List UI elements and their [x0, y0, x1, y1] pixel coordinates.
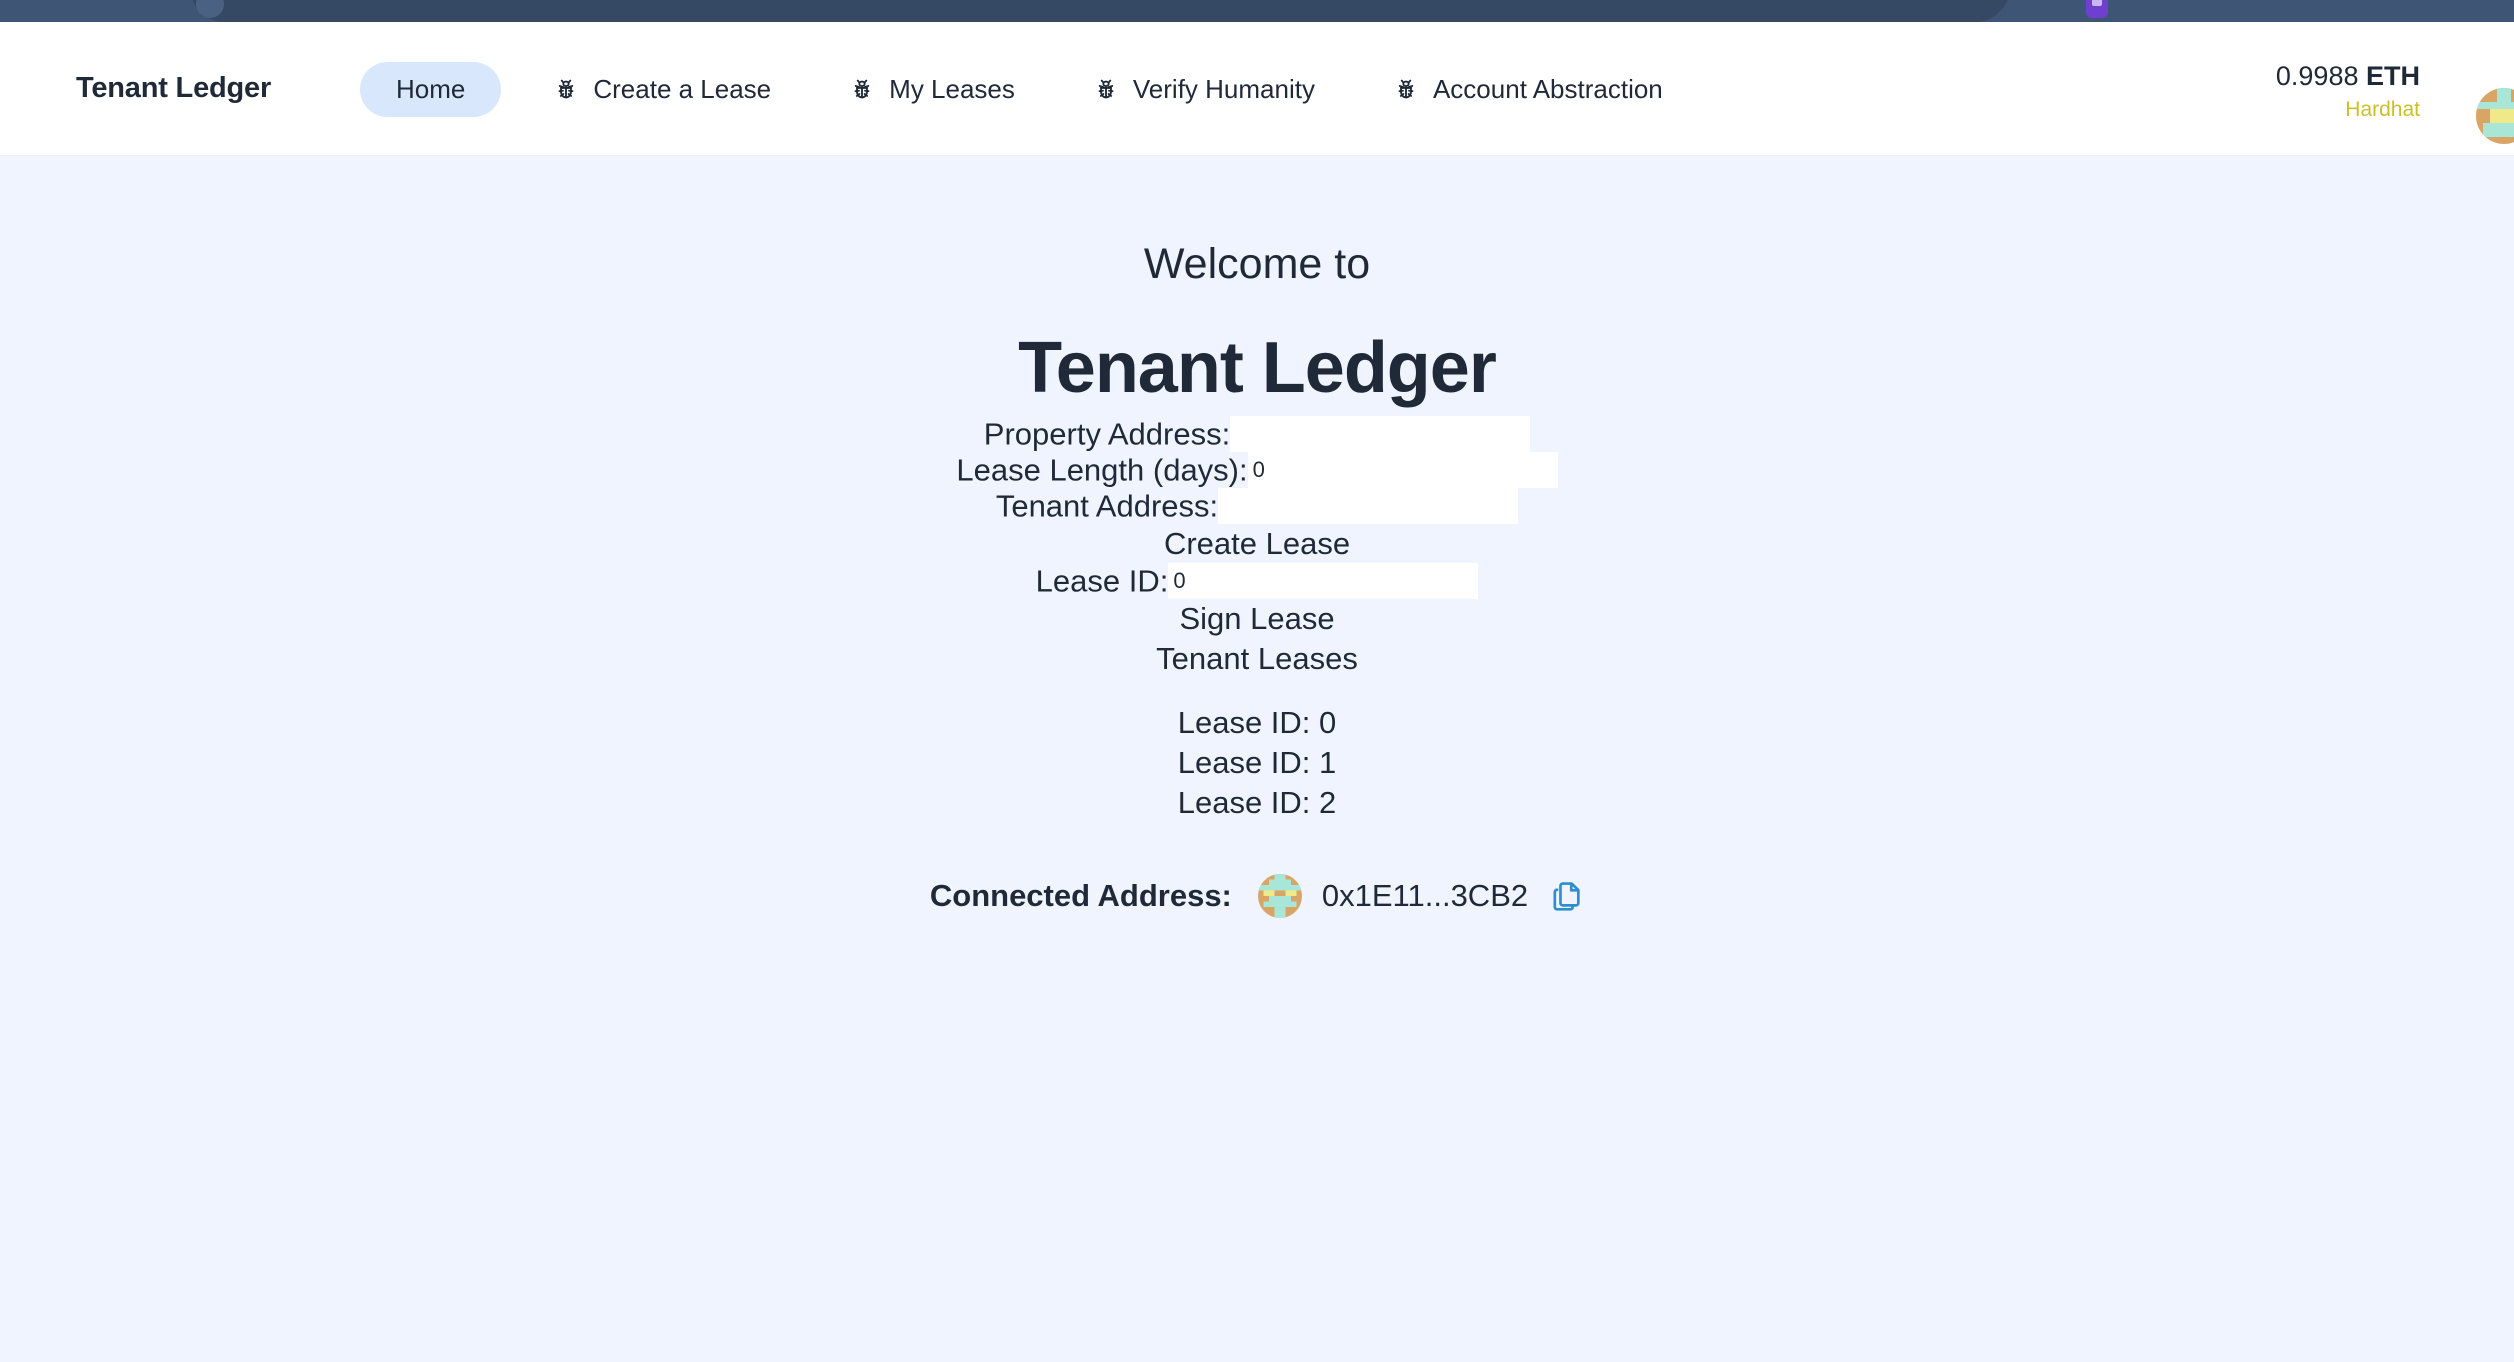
form-row-lease-id: Lease ID: — [0, 563, 2514, 600]
bug-icon — [1093, 75, 1119, 103]
lease-length-label: Lease Length (days): — [956, 452, 1248, 488]
page-title: Tenant Ledger — [1018, 327, 1497, 408]
bug-icon — [849, 75, 875, 103]
tenant-address-label: Tenant Address: — [995, 488, 1219, 524]
connected-address-row: Connected Address: 0x1E11...3CB2 — [0, 873, 2514, 918]
main-content: Welcome to Tenant Ledger Property Addres… — [0, 157, 2514, 1362]
nav-item-label: Verify Humanity — [1132, 73, 1315, 104]
brand-logo-text[interactable]: Tenant Ledger — [76, 72, 271, 105]
tenant-address-input[interactable] — [1218, 487, 1519, 524]
tenant-leases-list: Lease ID: 0 Lease ID: 1 Lease ID: 2 — [0, 703, 2514, 824]
nav-item-verify-humanity[interactable]: Verify Humanity — [1067, 62, 1341, 117]
tenant-leases-heading: Tenant Leases — [1156, 641, 1358, 677]
app-header: Tenant Ledger Home Create a Lease My Lea… — [0, 22, 2514, 156]
nav-item-label: Create a Lease — [593, 73, 772, 104]
lease-length-input[interactable] — [1247, 451, 1558, 488]
list-item[interactable]: Lease ID: 0 — [0, 703, 2514, 743]
eth-balance: 0.9988 ETH — [2276, 60, 2420, 94]
nav-item-label: Home — [396, 73, 466, 104]
nav-item-home[interactable]: Home — [360, 61, 502, 117]
lease-id-input[interactable] — [1168, 563, 1479, 600]
nav-item-label: Account Abstraction — [1432, 73, 1663, 104]
main-nav: Home Create a Lease My Leases Verify Hum… — [360, 22, 1715, 156]
header-avatar[interactable] — [2476, 88, 2514, 144]
bug-icon — [553, 75, 579, 103]
lease-id-label: Lease ID: — [1035, 563, 1169, 599]
eth-balance-amount: 0.9988 — [2275, 61, 2359, 91]
eth-balance-unit: ETH — [2366, 61, 2420, 91]
nav-item-account-abstraction[interactable]: Account Abstraction — [1367, 62, 1689, 117]
browser-chrome-strip — [0, 0, 2514, 22]
connected-address-label: Connected Address: — [929, 877, 1232, 913]
form-row-lease-length: Lease Length (days): — [0, 451, 2514, 488]
address-blockie-avatar — [1257, 873, 1302, 918]
form-row-property-address: Property Address: — [0, 415, 2514, 452]
property-address-input[interactable] — [1230, 415, 1531, 452]
bug-icon — [1393, 75, 1419, 103]
list-item[interactable]: Lease ID: 1 — [0, 743, 2514, 783]
nav-item-my-leases[interactable]: My Leases — [823, 62, 1041, 117]
browser-address-bar[interactable] — [190, 0, 2010, 22]
create-lease-button[interactable]: Create Lease — [1164, 524, 1350, 564]
nav-item-create-a-lease[interactable]: Create a Lease — [527, 62, 797, 117]
form-row-tenant-address: Tenant Address: — [0, 487, 2514, 524]
nav-item-label: My Leases — [889, 73, 1015, 104]
network-name: Hardhat — [2345, 97, 2420, 121]
welcome-line: Welcome to — [1143, 240, 1371, 288]
wallet-extension-icon[interactable] — [2086, 0, 2108, 18]
property-address-label: Property Address: — [983, 416, 1231, 452]
copy-address-button[interactable] — [1550, 878, 1584, 914]
connected-address-value: 0x1E11...3CB2 — [1321, 877, 1529, 913]
list-item[interactable]: Lease ID: 2 — [0, 783, 2514, 823]
sign-lease-button[interactable]: Sign Lease — [1179, 599, 1334, 639]
copy-icon — [1550, 881, 1584, 917]
wallet-info[interactable]: 0.9988 ETH Hardhat — [2276, 60, 2420, 122]
create-lease-form: Property Address: Lease Length (days): T… — [0, 415, 2514, 639]
